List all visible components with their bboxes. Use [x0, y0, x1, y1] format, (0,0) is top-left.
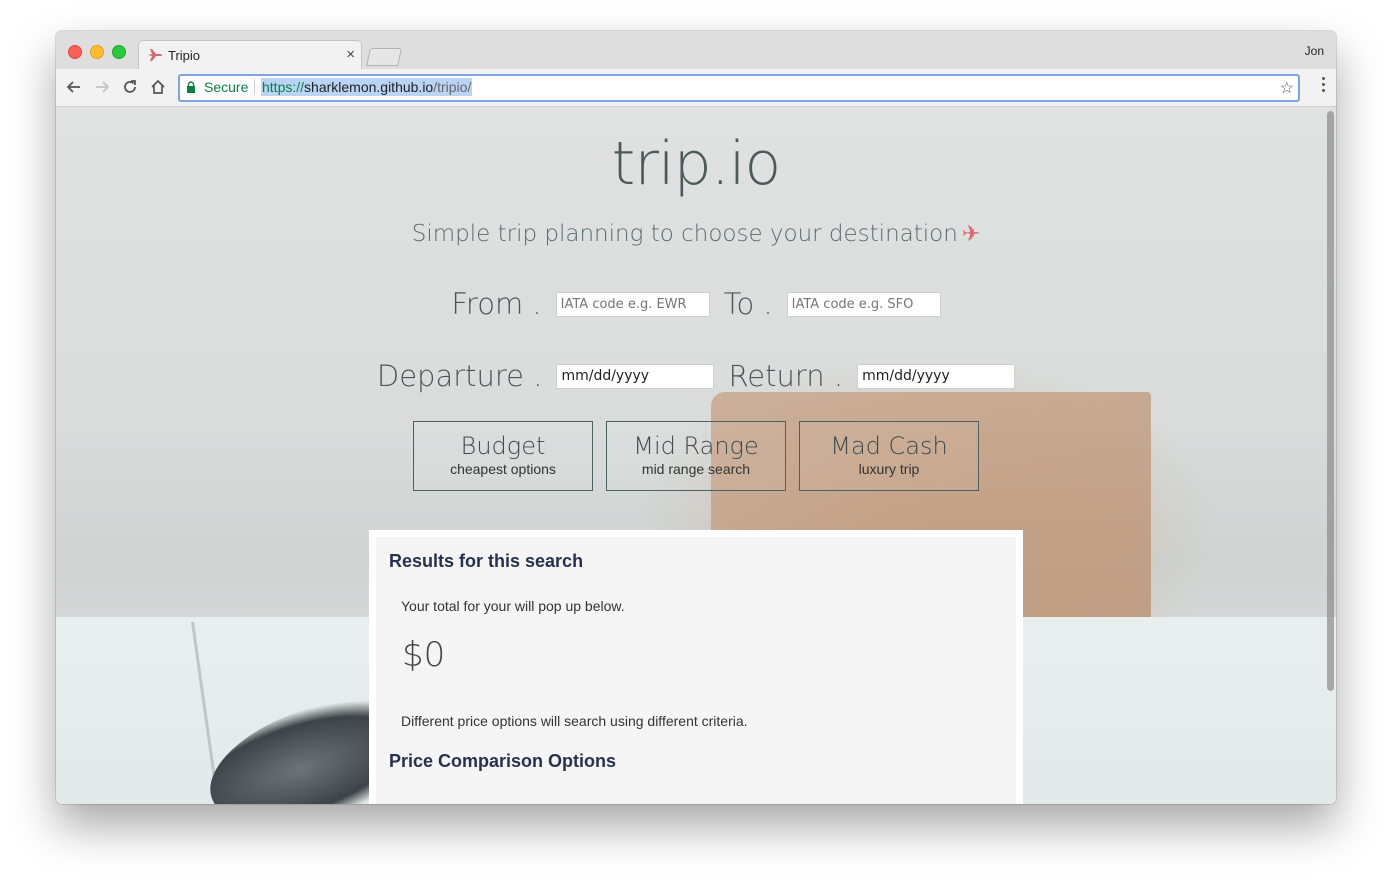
button-title: Budget	[460, 432, 546, 460]
zoom-window-button[interactable]	[112, 45, 126, 59]
page-viewport: trip.io Simple trip planning to choose y…	[56, 107, 1336, 804]
mid-range-button[interactable]: Mid Range mid range search	[606, 421, 786, 491]
reload-button[interactable]	[120, 77, 140, 97]
departure-label: Departure .	[376, 359, 543, 393]
tagline-text: Simple trip planning to choose your dest…	[411, 221, 958, 247]
tab-bar: Tripio × Jon	[56, 31, 1336, 70]
route-row: From . To .	[56, 287, 1336, 321]
results-note: Your total for your will pop up below.	[401, 598, 625, 614]
profile-name[interactable]: Jon	[1305, 44, 1324, 58]
results-card: Results for this search Your total for y…	[376, 537, 1016, 804]
forward-arrow-icon	[96, 81, 110, 93]
button-subtitle: mid range search	[641, 461, 751, 477]
browser-window: Tripio × Jon Secure https://sharklemon.g…	[56, 31, 1336, 804]
return-date-input[interactable]	[857, 363, 1016, 389]
window-controls	[68, 45, 126, 59]
close-tab-icon[interactable]: ×	[346, 46, 355, 63]
airplane-icon: ✈	[961, 222, 981, 247]
budget-button[interactable]: Budget cheapest options	[413, 421, 593, 491]
results-title: Results for this search	[389, 551, 584, 571]
airplane-icon	[148, 49, 162, 61]
return-label: Return .	[728, 359, 844, 393]
button-subtitle: cheapest options	[450, 461, 556, 477]
new-tab-button[interactable]	[366, 48, 402, 66]
back-arrow-icon	[66, 81, 80, 93]
forward-button[interactable]	[92, 77, 112, 97]
from-label: From .	[451, 287, 542, 321]
browser-menu-icon[interactable]	[1322, 77, 1326, 92]
reload-icon	[124, 80, 136, 93]
dates-row: Departure . Return .	[56, 359, 1336, 393]
to-label: To .	[723, 287, 773, 321]
bookmark-star-icon[interactable]: ☆	[1280, 78, 1294, 98]
back-button[interactable]	[64, 77, 84, 97]
address-divider	[254, 79, 255, 95]
results-panel: Results for this search Your total for y…	[369, 530, 1023, 804]
price-option-buttons: Budget cheapest options Mid Range mid ra…	[413, 421, 979, 491]
browser-toolbar: Secure https://sharklemon.github.io/trip…	[56, 69, 1336, 107]
site-tagline: Simple trip planning to choose your dest…	[56, 221, 1336, 247]
results-total: $0	[402, 635, 446, 675]
url-scheme: https://	[262, 79, 305, 95]
results-criteria-note: Different price options will search usin…	[401, 713, 748, 729]
close-window-button[interactable]	[68, 45, 82, 59]
departure-date-input[interactable]	[556, 363, 715, 389]
home-icon	[151, 79, 165, 94]
mad-cash-button[interactable]: Mad Cash luxury trip	[799, 421, 979, 491]
site-logo: trip.io	[611, 129, 781, 199]
button-subtitle: luxury trip	[858, 461, 920, 477]
minimize-window-button[interactable]	[90, 45, 104, 59]
url-host: sharklemon.github.io	[304, 79, 434, 95]
address-bar[interactable]: Secure https://sharklemon.github.io/trip…	[178, 74, 1300, 102]
secure-label: Secure	[204, 79, 249, 95]
home-button[interactable]	[148, 77, 168, 97]
tab-tripio[interactable]: Tripio ×	[138, 40, 362, 70]
lock-icon	[187, 81, 195, 93]
url-path: /tripio/	[433, 79, 472, 95]
tab-title: Tripio	[168, 48, 201, 63]
url-text[interactable]: https://sharklemon.github.io/tripio/	[261, 78, 473, 96]
comparison-title: Price Comparison Options	[389, 751, 617, 771]
to-input[interactable]	[786, 291, 941, 317]
from-input[interactable]	[555, 291, 710, 317]
button-title: Mid Range	[633, 432, 759, 460]
button-title: Mad Cash	[830, 432, 948, 460]
